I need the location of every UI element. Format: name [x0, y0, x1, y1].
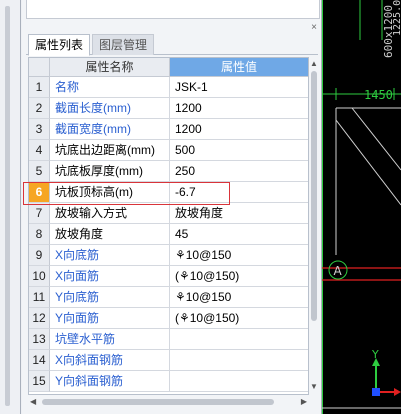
property-name: 坑底出边距离(mm) [50, 140, 170, 161]
table-row[interactable]: 2 截面长度(mm) 1200 [29, 98, 308, 119]
panel-tabs: 属性列表 图层管理 [26, 34, 318, 56]
cad-drawing: 600x1200 1225.0/1 1450 A Y [322, 0, 401, 414]
row-number: 15 [29, 371, 50, 392]
row-number: 12 [29, 308, 50, 329]
property-name: 名称 [50, 77, 170, 98]
property-name: 截面宽度(mm) [50, 119, 170, 140]
property-name: X向底筋 [50, 245, 170, 266]
property-panel: × 属性列表 图层管理 属性名称 属性值 1 名称 JSK-1 2 截面长度(m… [22, 0, 322, 414]
row-number: 3 [29, 119, 50, 140]
app-window: × 属性列表 图层管理 属性名称 属性值 1 名称 JSK-1 2 截面长度(m… [0, 0, 401, 414]
table-row[interactable]: 1 名称 JSK-1 [29, 77, 308, 98]
property-value[interactable]: (⚘10@150) [170, 266, 308, 287]
tab-property-list[interactable]: 属性列表 [28, 34, 91, 56]
property-value[interactable] [170, 329, 308, 350]
table-row[interactable]: 13 坑壁水平筋 [29, 329, 308, 350]
ucs-y-label: Y [371, 348, 379, 361]
table-row[interactable]: 14 X向斜面钢筋 [29, 350, 308, 371]
property-value[interactable]: 500 [170, 140, 308, 161]
property-grid: 属性名称 属性值 1 名称 JSK-1 2 截面长度(mm) 1200 3 截面… [28, 57, 309, 395]
property-value[interactable]: 放坡角度 [170, 203, 308, 224]
row-number: 10 [29, 266, 50, 287]
property-value[interactable] [170, 350, 308, 371]
dimension-text-horizontal: 1450 [364, 88, 393, 102]
scroll-thumb-horizontal[interactable] [42, 399, 274, 405]
property-name: 放坡输入方式 [50, 203, 170, 224]
property-name: 坑底板厚度(mm) [50, 161, 170, 182]
panel-top-area [26, 0, 320, 19]
property-value[interactable]: ⚘10@150 [170, 245, 308, 266]
table-row[interactable]: 4 坑底出边距离(mm) 500 [29, 140, 308, 161]
table-row[interactable]: 11 Y向底筋 ⚘10@150 [29, 287, 308, 308]
property-value-input[interactable]: -6.7 [170, 182, 308, 203]
table-row[interactable]: 12 Y向面筋 (⚘10@150) [29, 308, 308, 329]
property-value[interactable]: JSK-1 [170, 77, 308, 98]
property-value[interactable] [170, 371, 308, 392]
row-number: 11 [29, 287, 50, 308]
property-value[interactable]: (⚘10@150) [170, 308, 308, 329]
property-value[interactable]: 1200 [170, 98, 308, 119]
table-row[interactable]: 10 X向面筋 (⚘10@150) [29, 266, 308, 287]
property-name: Y向底筋 [50, 287, 170, 308]
scroll-down-icon[interactable]: ▼ [310, 382, 318, 391]
table-row[interactable]: 5 坑底板厚度(mm) 250 [29, 161, 308, 182]
header-property-value: 属性值 [170, 58, 308, 77]
header-row-number [29, 58, 50, 77]
row-number: 6 [29, 182, 50, 203]
table-row[interactable]: 9 X向底筋 ⚘10@150 [29, 245, 308, 266]
row-number: 14 [29, 350, 50, 371]
ucs-x-arrow-icon [394, 388, 401, 396]
axis-label: A [334, 264, 343, 278]
close-icon[interactable]: × [311, 22, 317, 33]
table-row[interactable]: 3 截面宽度(mm) 1200 [29, 119, 308, 140]
row-number: 13 [29, 329, 50, 350]
property-name: 放坡角度 [50, 224, 170, 245]
property-value[interactable]: 45 [170, 224, 308, 245]
cad-drawing-canvas[interactable]: 600x1200 1225.0/1 1450 A Y [322, 0, 401, 414]
row-number: 1 [29, 77, 50, 98]
row-number: 7 [29, 203, 50, 224]
dimension-text-vertical-2: 1225.0/1 [392, 0, 401, 36]
table-row[interactable]: 15 Y向斜面钢筋 [29, 371, 308, 392]
left-toolbar-strip [0, 0, 22, 414]
scroll-right-icon[interactable]: ▶ [301, 396, 307, 408]
property-name: Y向面筋 [50, 308, 170, 329]
property-value[interactable]: 1200 [170, 119, 308, 140]
row-number: 4 [29, 140, 50, 161]
property-name: 坑壁水平筋 [50, 329, 170, 350]
table-row[interactable]: 7 放坡输入方式 放坡角度 [29, 203, 308, 224]
table-row-selected[interactable]: 6 坑板顶标高(m) -6.7 [29, 182, 308, 203]
ucs-origin-icon [372, 388, 380, 396]
left-scrollbar[interactable] [5, 6, 10, 406]
horizontal-scrollbar[interactable]: ◀ ▶ [28, 396, 309, 408]
slope-line [351, 107, 401, 171]
row-number: 9 [29, 245, 50, 266]
property-name: 坑板顶标高(m) [50, 182, 170, 203]
row-number: 8 [29, 224, 50, 245]
property-name: Y向斜面钢筋 [50, 371, 170, 392]
property-value[interactable]: 250 [170, 161, 308, 182]
header-property-name: 属性名称 [50, 58, 170, 77]
table-row[interactable]: 8 放坡角度 45 [29, 224, 308, 245]
scroll-thumb[interactable] [311, 71, 317, 321]
property-value[interactable]: ⚘10@150 [170, 287, 308, 308]
scroll-left-icon[interactable]: ◀ [30, 396, 36, 408]
row-number: 2 [29, 98, 50, 119]
slope-line [335, 119, 401, 206]
row-number: 5 [29, 161, 50, 182]
property-name: 截面长度(mm) [50, 98, 170, 119]
property-name: X向斜面钢筋 [50, 350, 170, 371]
tab-layer-management[interactable]: 图层管理 [92, 34, 155, 55]
vertical-scrollbar[interactable]: ▲ ▼ [309, 57, 319, 393]
divider [20, 0, 21, 414]
scroll-up-icon[interactable]: ▲ [310, 59, 318, 68]
property-name: X向面筋 [50, 266, 170, 287]
